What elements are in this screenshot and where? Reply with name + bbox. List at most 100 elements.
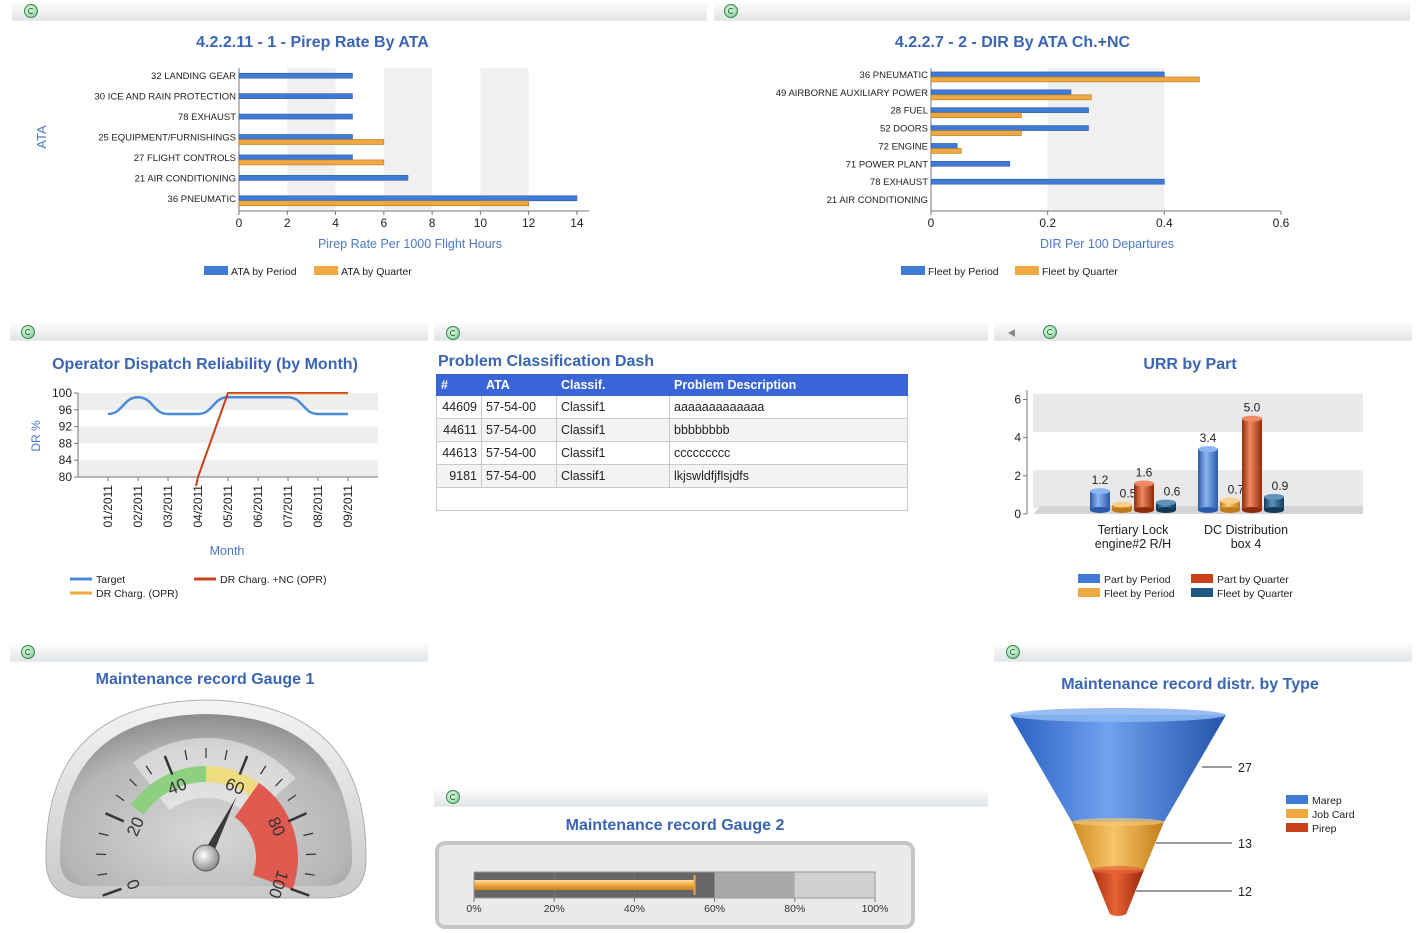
table-row[interactable]: 44613 57-54-00 Classif1 ccccccccc bbox=[436, 441, 908, 465]
urr-bar-part-by-quarter[interactable] bbox=[1134, 480, 1154, 513]
legend-label: Marep bbox=[1312, 795, 1342, 807]
legend-label: ATA by Period bbox=[231, 266, 297, 278]
table-row[interactable]: 9181 57-54-00 Classif1 lkjswldfjflsjdfs bbox=[436, 464, 908, 488]
x-tick-label: 04/2011 bbox=[191, 485, 205, 528]
legend-swatch-fleet-period bbox=[1078, 588, 1100, 597]
dir-bar-period[interactable] bbox=[930, 71, 1165, 78]
y-tick-label: 2 bbox=[1014, 469, 1021, 483]
legend-label: Pirep bbox=[1312, 823, 1337, 835]
urr-bar-part-by-quarter[interactable] bbox=[1242, 415, 1262, 513]
column-header-number[interactable]: # bbox=[436, 374, 482, 396]
x-tick-label: 06/2011 bbox=[251, 485, 265, 528]
refresh-icon[interactable] bbox=[724, 4, 738, 18]
bar-value-label: 0.6 bbox=[1164, 485, 1181, 499]
pirep-bar-quarter[interactable] bbox=[238, 139, 385, 145]
problems-title: Problem Classification Dash bbox=[438, 353, 655, 370]
cell-ata: 57-54-00 bbox=[481, 464, 557, 488]
pirep-bar-period[interactable] bbox=[238, 134, 353, 140]
y-category-label: 78 EXHAUST bbox=[178, 112, 236, 123]
y-category-label: 36 PNEUMATIC bbox=[168, 194, 237, 205]
pirep-bar-quarter[interactable] bbox=[238, 159, 385, 166]
y-category-label: 72 ENGINE bbox=[878, 141, 928, 152]
legend-label: Part by Quarter bbox=[1217, 574, 1289, 586]
legend-swatch-pirep bbox=[1286, 823, 1308, 832]
cell-description: bbbbbbbb bbox=[669, 418, 908, 442]
funnel-segment-jobcard[interactable] bbox=[1072, 818, 1164, 874]
x-tick-label: 4 bbox=[332, 216, 339, 230]
x-category-label: box 4 bbox=[1231, 537, 1262, 551]
refresh-icon[interactable] bbox=[1043, 325, 1057, 339]
refresh-icon[interactable] bbox=[446, 326, 460, 340]
x-category-label: DC Distribution bbox=[1204, 523, 1288, 537]
legend-label: Fleet by Quarter bbox=[1217, 588, 1293, 600]
bar-value-label: 0.9 bbox=[1272, 479, 1289, 493]
urr-bar-part-by-period[interactable] bbox=[1090, 488, 1110, 513]
dir-bar-period[interactable] bbox=[930, 107, 1089, 113]
dir-bar-quarter[interactable] bbox=[930, 148, 962, 154]
table-row[interactable]: 44611 57-54-00 Classif1 bbbbbbbb bbox=[436, 418, 908, 442]
back-arrow-icon[interactable] bbox=[1008, 329, 1015, 337]
dir-bar-quarter[interactable] bbox=[930, 76, 1200, 83]
cell-ata: 57-54-00 bbox=[481, 418, 557, 442]
x-tick-label: 02/2011 bbox=[131, 485, 145, 528]
cell-number: 44613 bbox=[436, 441, 482, 465]
refresh-icon[interactable] bbox=[24, 4, 38, 18]
legend-swatch-fleet-quarter bbox=[1015, 266, 1039, 275]
panel-header-gauge2 bbox=[434, 788, 988, 807]
column-header-ata[interactable]: ATA bbox=[481, 374, 557, 396]
pirep-bar-period[interactable] bbox=[238, 72, 353, 79]
x-tick-label: 6 bbox=[380, 216, 387, 230]
y-tick-label: 6 bbox=[1014, 393, 1021, 407]
y-category-label: 28 FUEL bbox=[891, 106, 929, 117]
x-category-label: Tertiary Lock bbox=[1098, 523, 1170, 537]
funnel-chart: 27 13 12 Marep Job Card Pirep bbox=[1010, 708, 1355, 916]
legend-swatch-part-quarter bbox=[1191, 574, 1213, 583]
dir-bar-period[interactable] bbox=[930, 178, 1165, 185]
bar-value-label: 5.0 bbox=[1244, 401, 1261, 415]
refresh-icon[interactable] bbox=[446, 790, 460, 804]
funnel-title: Maintenance record distr. by Type bbox=[1061, 676, 1319, 693]
gauge2-range-band bbox=[714, 872, 795, 898]
pirep-bar-quarter[interactable] bbox=[238, 200, 529, 207]
refresh-icon[interactable] bbox=[1006, 645, 1020, 659]
y-category-label: 36 PNEUMATIC bbox=[860, 70, 929, 81]
column-header-description[interactable]: Problem Description bbox=[669, 374, 908, 396]
x-tick-label: 0 bbox=[236, 216, 243, 230]
urr-bar-fleet-by-period[interactable] bbox=[1112, 501, 1132, 513]
y-tick-label: 88 bbox=[59, 436, 73, 450]
dir-bar-quarter[interactable] bbox=[930, 130, 1022, 136]
urr-bar-part-by-period[interactable] bbox=[1198, 446, 1218, 513]
pirep-bar-period[interactable] bbox=[238, 93, 353, 99]
dir-bar-period[interactable] bbox=[930, 125, 1089, 131]
legend-label: Fleet by Period bbox=[1104, 588, 1175, 600]
urr-bar-fleet-by-quarter[interactable] bbox=[1156, 499, 1176, 513]
gauge2: 0% 20% 40% 60% 80% 100% bbox=[435, 841, 915, 929]
pirep-bar-period[interactable] bbox=[238, 175, 409, 181]
y-category-label: 52 DOORS bbox=[880, 124, 928, 135]
urr-bar-fleet-by-period[interactable] bbox=[1220, 497, 1240, 513]
y-category-label: 27 FLIGHT CONTROLS bbox=[134, 153, 236, 164]
y-category-label: 30 ICE AND RAIN PROTECTION bbox=[95, 92, 237, 103]
pirep-bar-period[interactable] bbox=[238, 113, 353, 120]
refresh-icon[interactable] bbox=[21, 325, 35, 339]
pirep-bar-period[interactable] bbox=[238, 195, 578, 202]
urr-chart-title: URR by Part bbox=[1143, 356, 1237, 373]
legend-swatch-jobcard bbox=[1286, 809, 1308, 818]
dr-charg-nc-line-tail bbox=[195, 476, 199, 487]
pirep-bar-period[interactable] bbox=[238, 154, 353, 161]
dir-bar-period[interactable] bbox=[930, 161, 1011, 167]
cell-ata: 57-54-00 bbox=[481, 441, 557, 465]
refresh-icon[interactable] bbox=[21, 645, 35, 659]
gauge1: 02040 6080100 bbox=[45, 699, 367, 901]
gauge1-title: Maintenance record Gauge 1 bbox=[95, 671, 315, 688]
y-category-label: 21 AIR CONDITIONING bbox=[827, 195, 928, 206]
table-row[interactable]: 44609 57-54-00 Classif1 aaaaaaaaaaaaa bbox=[436, 395, 908, 419]
urr-bar-fleet-by-quarter[interactable] bbox=[1264, 493, 1284, 513]
column-header-classif[interactable]: Classif. bbox=[556, 374, 670, 396]
dir-bar-quarter[interactable] bbox=[930, 94, 1092, 101]
dir-bar-quarter[interactable] bbox=[930, 112, 1022, 118]
dir-bar-period[interactable] bbox=[930, 89, 1072, 96]
dir-bar-period[interactable] bbox=[930, 143, 958, 149]
funnel-segment-marep[interactable] bbox=[1010, 708, 1226, 826]
legend-label: Job Card bbox=[1312, 809, 1355, 821]
